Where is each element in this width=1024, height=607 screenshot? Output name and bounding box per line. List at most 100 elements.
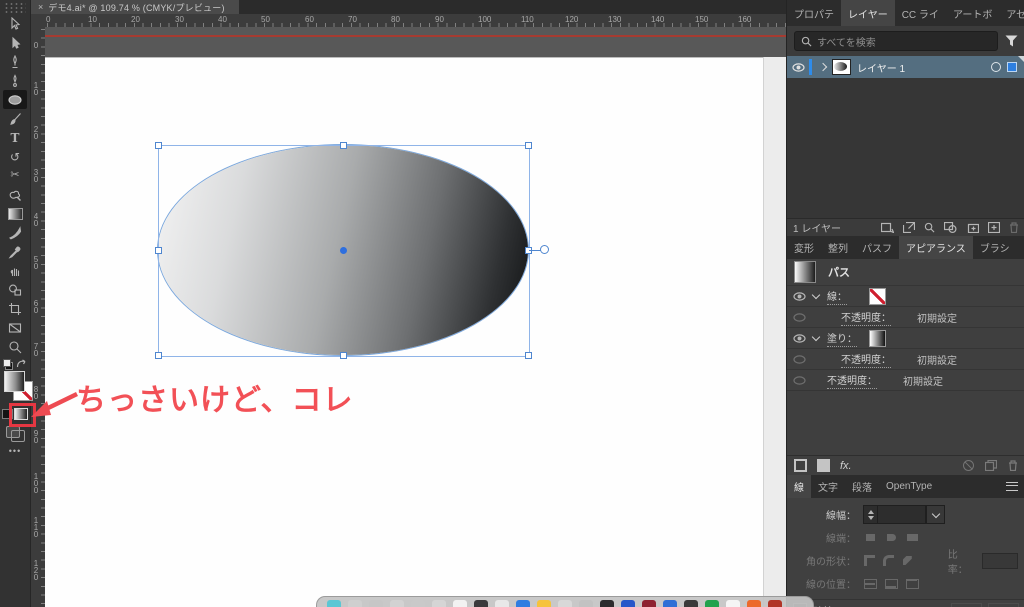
dock-app-icon[interactable] — [768, 600, 782, 607]
visibility-eye-icon[interactable] — [787, 313, 811, 322]
visibility-eye-icon[interactable] — [787, 63, 809, 72]
opacity-link[interactable]: 不透明度： — [841, 309, 891, 326]
dock-app-icon[interactable] — [705, 600, 719, 607]
tab-pathfinder[interactable]: パスフ — [855, 236, 899, 259]
selection-handle[interactable] — [525, 352, 532, 359]
pen-tool-icon[interactable] — [3, 52, 27, 71]
fill-stroke-proxy[interactable] — [0, 370, 30, 404]
ellipse-tool-icon[interactable] — [3, 90, 27, 109]
opacity-link[interactable]: 不透明度： — [841, 351, 891, 368]
dock-app-icon[interactable] — [411, 600, 425, 607]
dock-app-icon[interactable] — [369, 600, 383, 607]
document-tab[interactable]: × デモ4.ai* @ 109.74 % (CMYK/プレビュー) — [31, 0, 239, 14]
tab-properties[interactable]: プロパテ — [787, 0, 841, 26]
dock-app-icon[interactable] — [390, 600, 404, 607]
align-center-button[interactable] — [863, 577, 878, 590]
tab-brushes[interactable]: ブラシ — [973, 236, 1017, 259]
eyedropper-tool-icon[interactable] — [3, 242, 27, 261]
curvature-tool-icon[interactable] — [3, 71, 27, 90]
tab-transform[interactable]: 変形 — [787, 236, 821, 259]
slice-tool-icon[interactable] — [3, 318, 27, 337]
new-sublayer-icon[interactable] — [966, 222, 979, 233]
align-outside-button[interactable] — [905, 577, 920, 590]
dock-app-icon[interactable] — [348, 600, 362, 607]
more-tools-button[interactable]: ••• — [9, 446, 21, 456]
add-new-fill-icon[interactable] — [817, 459, 830, 472]
stroke-weight-stepper[interactable] — [863, 505, 878, 524]
selection-handle[interactable] — [340, 352, 347, 359]
dock-app-icon[interactable] — [516, 600, 530, 607]
trash-icon[interactable] — [1008, 460, 1018, 471]
export-icon[interactable] — [903, 222, 915, 233]
hand-tool-icon[interactable] — [3, 261, 27, 280]
canvas[interactable] — [45, 27, 786, 607]
tab-character[interactable]: 文字 — [811, 475, 845, 498]
tab-opentype[interactable]: OpenType — [879, 475, 939, 498]
layer-target-icon[interactable] — [991, 62, 1001, 72]
layer-name[interactable]: レイヤー 1 — [857, 60, 905, 75]
tab-layers[interactable]: レイヤー — [841, 0, 895, 26]
clear-appearance-icon[interactable] — [963, 460, 974, 471]
scissors-tool-icon[interactable]: ✂ — [3, 166, 27, 185]
join-round-button[interactable] — [882, 554, 895, 567]
toolbar-grip[interactable] — [4, 2, 26, 14]
dock-app-icon[interactable] — [537, 600, 551, 607]
dock-app-icon[interactable] — [621, 600, 635, 607]
stroke-link[interactable]: 線： — [827, 288, 847, 305]
cap-projecting-button[interactable] — [905, 531, 920, 544]
dock-app-icon[interactable] — [579, 600, 593, 607]
visibility-eye-icon[interactable] — [787, 292, 811, 301]
chevron-down-icon[interactable] — [812, 333, 820, 341]
align-inside-button[interactable] — [884, 577, 899, 590]
tab-align[interactable]: 整列 — [821, 236, 855, 259]
shaper-tool-icon[interactable] — [3, 185, 27, 204]
dock-app-icon[interactable] — [684, 600, 698, 607]
macos-dock[interactable] — [316, 596, 814, 607]
type-tool-icon[interactable]: T — [3, 128, 27, 147]
close-tab-icon[interactable]: × — [38, 3, 43, 12]
layer-row[interactable]: レイヤー 1 — [787, 56, 1024, 78]
zoom-tool-icon[interactable] — [3, 337, 27, 356]
tab-paragraph[interactable]: 段落 — [845, 475, 879, 498]
cap-butt-button[interactable] — [863, 531, 878, 544]
dock-app-icon[interactable] — [600, 600, 614, 607]
appearance-row-fill-opacity[interactable]: 不透明度： 初期設定 — [787, 348, 1024, 369]
stroke-weight-dropdown[interactable] — [926, 505, 945, 524]
new-layer-icon[interactable] — [988, 222, 1000, 233]
stroke-none-swatch[interactable] — [869, 288, 886, 305]
appearance-row-stroke[interactable]: 線： — [787, 285, 1024, 306]
appearance-row-path-opacity[interactable]: 不透明度： 初期設定 — [787, 369, 1024, 390]
fill-gradient-swatch[interactable] — [869, 330, 886, 347]
tab-symbols[interactable]: シンボ — [1017, 236, 1024, 259]
trash-icon[interactable] — [1009, 222, 1019, 233]
fill-swatch[interactable] — [4, 371, 25, 392]
default-fill-stroke-icon[interactable] — [2, 358, 28, 370]
rotate-tool-icon[interactable]: ↺ — [3, 147, 27, 166]
dock-app-icon[interactable] — [432, 600, 446, 607]
expand-chevron-icon[interactable] — [819, 63, 827, 71]
selection-handle[interactable] — [525, 142, 532, 149]
visibility-eye-icon[interactable] — [787, 376, 811, 385]
stroke-weight-field[interactable] — [878, 505, 926, 524]
shape-builder-tool-icon[interactable] — [3, 280, 27, 299]
tab-assets[interactable]: アセット — [999, 0, 1024, 26]
tab-appearance[interactable]: アピアランス — [899, 236, 973, 259]
selection-handle[interactable] — [155, 142, 162, 149]
dock-app-icon[interactable] — [747, 600, 761, 607]
layers-list-empty-area[interactable] — [787, 78, 1024, 218]
collect-export-icon[interactable] — [881, 222, 894, 233]
cap-round-button[interactable] — [884, 531, 899, 544]
layer-thumbnail[interactable] — [832, 59, 851, 75]
tab-stroke[interactable]: 線 — [787, 475, 811, 498]
visibility-eye-icon[interactable] — [787, 334, 811, 343]
selection-handle[interactable] — [340, 142, 347, 149]
dock-app-icon[interactable] — [663, 600, 677, 607]
duplicate-item-icon[interactable] — [985, 460, 997, 471]
selection-tool-icon[interactable] — [3, 14, 27, 33]
join-miter-button[interactable] — [863, 554, 876, 567]
dock-app-icon[interactable] — [495, 600, 509, 607]
add-new-stroke-icon[interactable] — [794, 459, 807, 472]
paintbrush-tool-icon[interactable] — [3, 109, 27, 128]
miter-ratio-field[interactable] — [982, 553, 1018, 569]
join-bevel-button[interactable] — [901, 554, 914, 567]
